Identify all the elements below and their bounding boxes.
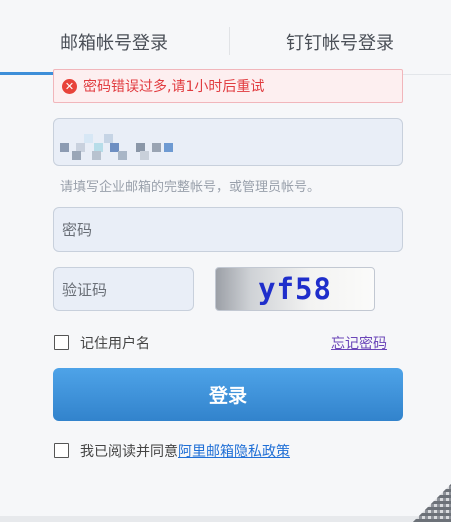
password-input[interactable]: 密码: [53, 207, 403, 252]
remember-label: 记住用户名: [80, 336, 150, 352]
captcha-placeholder: 验证码: [62, 280, 108, 299]
agree-prefix: 我已阅读并同意: [80, 444, 178, 460]
remember-checkbox[interactable]: [54, 335, 69, 350]
top-cropped-text: [0, 0, 60, 6]
bottom-strip: [0, 516, 451, 522]
tab-email-login[interactable]: 邮箱帐号登录: [0, 10, 228, 73]
login-tabs: 邮箱帐号登录 钉钉帐号登录: [0, 10, 451, 75]
error-message: 密码错误过多,请1小时后重试: [83, 79, 265, 95]
agree-text: 我已阅读并同意阿里邮箱隐私政策: [80, 441, 290, 461]
captcha-text: yf58: [258, 272, 332, 306]
close-icon: ✕: [62, 78, 77, 94]
captcha-image[interactable]: yf58: [215, 267, 375, 311]
privacy-policy-link[interactable]: 阿里邮箱隐私政策: [178, 444, 290, 460]
error-banner: ✕ 密码错误过多,请1小时后重试: [53, 69, 403, 103]
account-hint: 请填写企业邮箱的完整帐号，或管理员帐号。: [60, 180, 321, 195]
forgot-password-link[interactable]: 忘记密码: [331, 333, 387, 353]
agree-checkbox[interactable]: [54, 443, 69, 458]
blurred-account-value: [56, 130, 186, 160]
login-button[interactable]: 登录: [53, 368, 403, 421]
tab-dingtalk-login[interactable]: 钉钉帐号登录: [229, 10, 451, 73]
captcha-input[interactable]: 验证码: [53, 267, 194, 311]
password-placeholder: 密码: [62, 221, 93, 239]
